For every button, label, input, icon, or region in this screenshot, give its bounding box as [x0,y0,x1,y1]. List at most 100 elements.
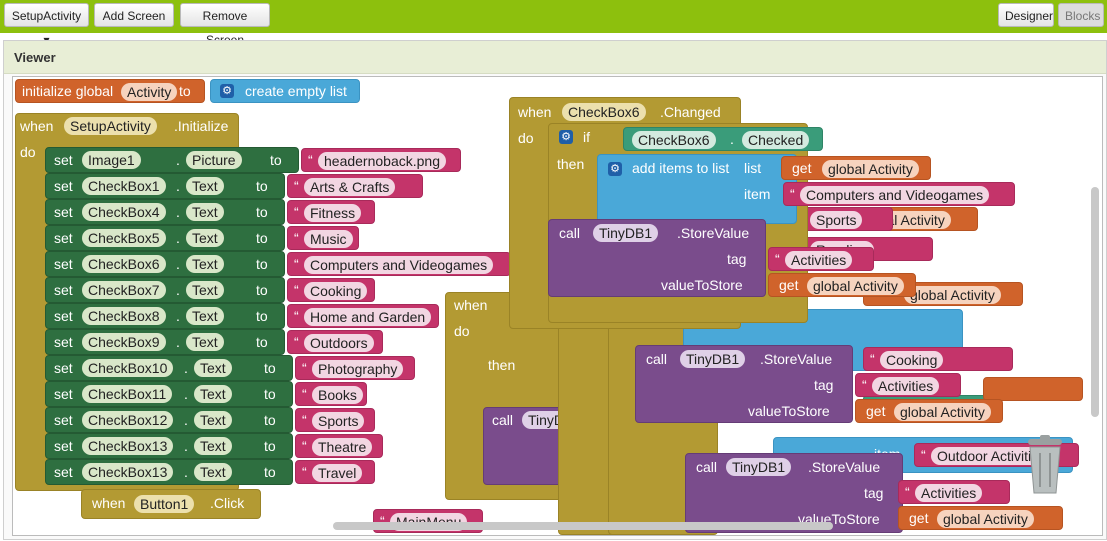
horizontal-scrollbar[interactable] [333,522,833,530]
string-value[interactable]: headernoback.png [318,152,446,170]
variable-pill[interactable]: global Activity [904,286,1001,304]
get-variable-behind-3[interactable] [983,377,1083,401]
component-pill[interactable]: TinyDB1 [593,224,659,242]
mutator-gear-icon[interactable]: ⚙ [220,84,234,98]
property-pill[interactable]: Text [194,437,232,455]
set-property-block[interactable]: set CheckBox10. Text to [45,355,293,381]
string-literal-block[interactable]: “Outdoors [287,330,383,354]
component-pill[interactable]: CheckBox12 [82,411,174,429]
property-pill[interactable]: Text [194,411,232,429]
string-literal-block[interactable]: “Arts & Crafts [287,174,423,198]
tinydb-storevalue-1[interactable]: call TinyDB1 .StoreValue tag valueToStor… [548,219,766,297]
string-activities-3[interactable]: “ Activities [898,480,1010,504]
set-property-block[interactable]: set CheckBox13. Text to [45,433,293,459]
string-literal-block[interactable]: “headernoback.png [301,148,461,172]
variable-pill[interactable]: global Activity [822,160,919,178]
set-property-block[interactable]: set CheckBox4. Text to [45,199,285,225]
string-literal-block[interactable]: “Home and Garden [287,304,439,328]
string-value[interactable]: Theatre [312,438,373,456]
component-pill[interactable]: CheckBox1 [82,177,166,195]
string-value[interactable]: Outdoors [304,334,374,352]
property-pill[interactable]: Text [186,333,224,351]
get-global-activity-3[interactable]: get global Activity [898,506,1063,530]
property-pill[interactable]: Picture [186,151,242,169]
string-value[interactable]: Photography [312,360,404,378]
button1-click-event[interactable]: when Button1 .Click [81,489,261,519]
designer-button[interactable]: Designer [998,3,1054,27]
set-property-block[interactable]: set CheckBox6. Text to [45,251,285,277]
property-pill[interactable]: Text [186,281,224,299]
set-property-block[interactable]: set CheckBox13. Text to [45,459,293,485]
string-value[interactable]: Activities [915,484,983,502]
event-component-pill[interactable]: CheckBox6 [562,103,646,121]
checkbox6-checked-getter[interactable]: CheckBox6 . Checked [623,127,823,151]
component-pill[interactable]: CheckBox4 [82,203,166,221]
if-gear-icon[interactable]: ⚙ [559,130,573,144]
component-pill[interactable]: CheckBox11 [82,385,173,403]
variable-pill[interactable]: global Activity [937,510,1034,528]
component-pill[interactable]: CheckBox9 [82,333,166,351]
set-property-block[interactable]: set CheckBox1. Text to [45,173,285,199]
property-pill[interactable]: Text [186,177,224,195]
variable-name-pill[interactable]: Activity [121,83,178,101]
string-computers[interactable]: “ Computers and Videogames [783,182,1015,206]
property-pill[interactable]: Text [186,229,224,247]
string-literal-block[interactable]: “Books [295,382,367,406]
property-pill[interactable]: Text [194,385,232,403]
component-pill[interactable]: CheckBox6 [82,255,166,273]
set-property-block[interactable]: set CheckBox11. Text to [45,381,293,407]
get-global-activity-2[interactable]: get global Activity [855,399,1003,423]
property-pill[interactable]: Text [186,203,224,221]
property-pill[interactable]: Text [194,463,232,481]
trash-can-icon[interactable] [1020,435,1072,497]
initialize-global-block[interactable]: initialize global Activity to [15,79,205,103]
string-literal-block[interactable]: “Theatre [295,434,383,458]
set-property-block[interactable]: set CheckBox8. Text to [45,303,285,329]
event-component-pill[interactable]: Button1 [134,495,195,513]
string-value[interactable]: Computers and Videogames [304,256,494,274]
string-value[interactable]: Activities [872,377,940,395]
remove-screen-button[interactable]: Remove Screen [180,3,270,47]
string-cooking[interactable]: “ Cooking [863,347,1013,371]
string-value[interactable]: Home and Garden [304,308,432,326]
component-pill[interactable]: TinyDB1 [680,350,746,368]
component-pill[interactable]: CheckBox7 [82,281,166,299]
string-value[interactable]: Sports [810,211,863,229]
get-global-activity-1[interactable]: get global Activity [768,273,916,297]
component-pill[interactable]: CheckBox13 [82,437,174,455]
string-value[interactable]: Fitness [304,204,362,222]
component-pill[interactable]: Image1 [82,151,141,169]
set-property-block[interactable]: set CheckBox5. Text to [45,225,285,251]
string-literal-block[interactable]: “Fitness [287,200,375,224]
add-items-gear-icon[interactable]: ⚙ [608,162,622,176]
tinydb-storevalue-3[interactable]: call TinyDB1 .StoreValue tag valueToStor… [685,453,903,533]
string-value[interactable]: Arts & Crafts [304,178,396,196]
string-literal-block[interactable]: “Sports [295,408,375,432]
string-value[interactable]: Books [312,386,363,404]
string-value[interactable]: Activities [785,251,853,269]
string-value[interactable]: Computers and Videogames [800,186,990,204]
string-value[interactable]: Cooking [304,282,368,300]
string-sports[interactable]: “ Sports [793,207,893,231]
set-property-block[interactable]: set CheckBox7. Text to [45,277,285,303]
component-pill[interactable]: CheckBox10 [82,359,174,377]
add-screen-button[interactable]: Add Screen ... [94,3,174,47]
string-value[interactable]: Travel [312,464,363,482]
screen-select-button[interactable]: SetupActivity ▾ [4,3,89,47]
string-literal-block[interactable]: “Computers and Videogames [287,252,511,276]
set-property-block[interactable]: set CheckBox9. Text to [45,329,285,355]
string-literal-block[interactable]: “Music [287,226,359,250]
component-pill[interactable]: TinyDB1 [726,458,792,476]
string-literal-block[interactable]: “Cooking [287,278,375,302]
variable-pill[interactable]: global Activity [894,403,991,421]
blocks-button[interactable]: Blocks [1058,3,1104,27]
string-literal-block[interactable]: “Travel [295,460,375,484]
add-items-to-list-block[interactable]: ⚙ add items to list list item [597,154,797,224]
set-property-block[interactable]: set Image1. Picture to [45,147,299,173]
string-value[interactable]: Music [304,230,353,248]
property-pill[interactable]: Text [186,255,224,273]
set-property-block[interactable]: set CheckBox12. Text to [45,407,293,433]
component-pill[interactable]: CheckBox13 [82,463,174,481]
property-pill[interactable]: Checked [742,131,810,149]
component-pill[interactable]: CheckBox8 [82,307,166,325]
